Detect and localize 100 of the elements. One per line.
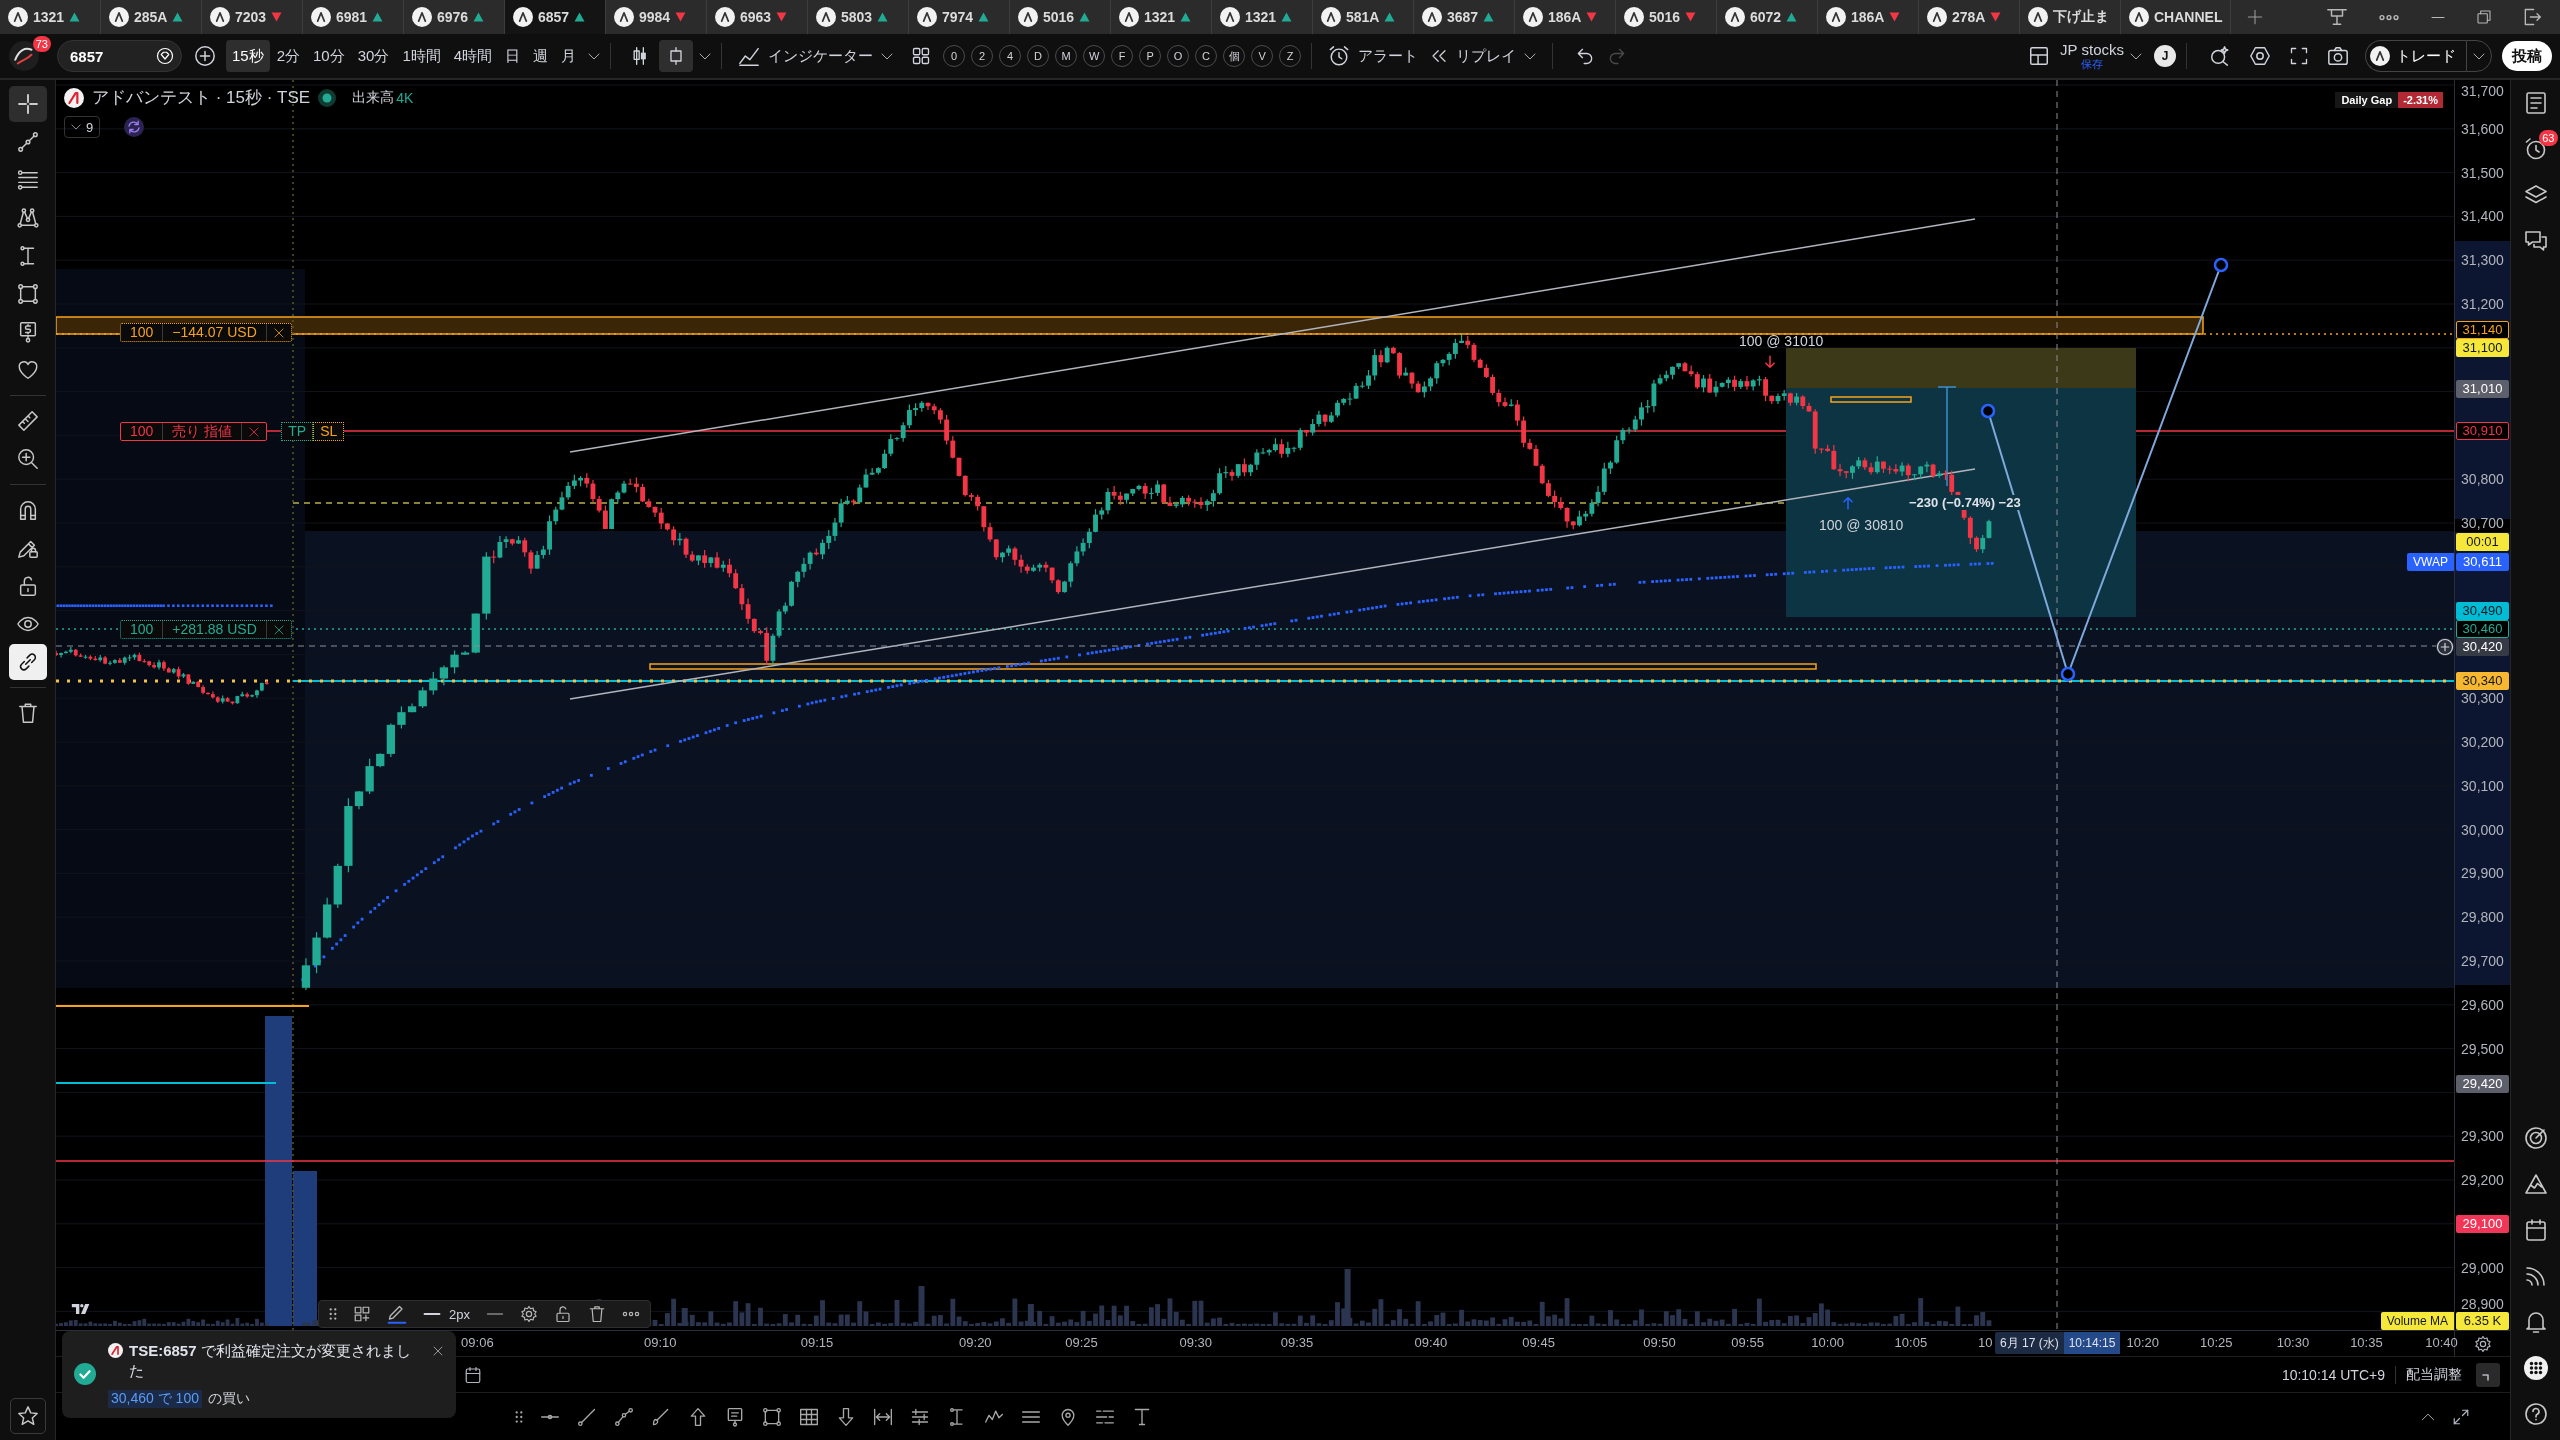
logo-icon: [1422, 7, 1442, 27]
resize-icon[interactable]: [2476, 1362, 2500, 1387]
interval-button[interactable]: 30分: [351, 40, 396, 72]
symbol-search-field[interactable]: 6857: [57, 40, 182, 72]
broadcast-icon[interactable]: [2523, 1264, 2548, 1288]
logo-icon: [1523, 7, 1543, 27]
interval-button[interactable]: 週: [527, 40, 555, 72]
interval-button[interactable]: 2分: [270, 40, 307, 72]
chevron-down-icon: [71, 124, 81, 130]
time-label: 09:20: [959, 1335, 992, 1350]
down-arrow-icon[interactable]: [836, 1406, 856, 1427]
chevron-down-icon[interactable]: [2130, 52, 2142, 60]
bell-icon[interactable]: [2523, 1310, 2548, 1334]
adjustment-button[interactable]: 配当調整: [2406, 1365, 2462, 1384]
rectangle-icon[interactable]: [762, 1406, 782, 1427]
drag-handle-icon[interactable]: [515, 1408, 523, 1425]
time-label: 09:06: [461, 1335, 494, 1350]
interval-button[interactable]: 1時間: [396, 40, 447, 72]
time-label: 10:00: [1811, 1335, 1844, 1350]
text-tool-icon[interactable]: [1132, 1406, 1152, 1427]
close-icon[interactable]: [272, 326, 285, 339]
help-icon[interactable]: [2523, 1402, 2548, 1426]
price-label: 29,000: [2460, 1259, 2505, 1276]
plus-icon[interactable]: [2247, 9, 2264, 25]
price-label: 28,900: [2460, 1296, 2505, 1312]
chat-icon[interactable]: [2523, 229, 2548, 253]
up-arrow-icon[interactable]: [688, 1406, 708, 1427]
link-icon[interactable]: [8, 644, 47, 680]
monitor-icon[interactable]: [2326, 6, 2348, 28]
measure-label: −230 (−0.74%) −23: [1907, 495, 2023, 510]
date-range-icon[interactable]: [873, 1406, 893, 1427]
close-icon[interactable]: [432, 1345, 444, 1357]
price-label: 30,100: [2460, 777, 2505, 794]
bracket-button[interactable]: TP: [281, 422, 314, 441]
symbol-tab[interactable]: 6857: [505, 0, 606, 34]
interval-button[interactable]: 10分: [307, 40, 351, 72]
price-note-icon[interactable]: [725, 1406, 745, 1427]
mountain-icon[interactable]: [2523, 1172, 2548, 1196]
trend-line-icon[interactable]: [16, 131, 39, 153]
zoom-in-icon[interactable]: [16, 448, 39, 470]
close-icon[interactable]: [272, 623, 285, 636]
alert-button[interactable]: アラート: [1322, 40, 1425, 72]
calendar-icon[interactable]: [464, 1365, 482, 1384]
ray-icon[interactable]: [577, 1406, 597, 1427]
order-text: −144.07 USD: [163, 324, 267, 341]
interval-button[interactable]: 15秒: [226, 40, 270, 72]
collapse-button[interactable]: 9: [64, 116, 101, 138]
order-label[interactable]: 100 売り 指値: [120, 422, 268, 441]
chevron-down-icon[interactable]: [588, 52, 601, 60]
bracket-button[interactable]: SL: [313, 422, 345, 441]
close-icon[interactable]: [248, 425, 261, 438]
crosshair-icon[interactable]: [8, 86, 47, 122]
search-icon[interactable]: [2209, 45, 2231, 67]
settings-icon[interactable]: [2249, 45, 2271, 67]
chevron-up-icon[interactable]: [2421, 1412, 2435, 1421]
brush-icon[interactable]: [651, 1406, 671, 1427]
table-icon[interactable]: [799, 1406, 819, 1427]
interval-button[interactable]: 月: [555, 40, 583, 72]
apps-grid-icon[interactable]: [2523, 1356, 2548, 1380]
heart-icon[interactable]: [16, 359, 39, 381]
interval-button[interactable]: 日: [499, 40, 527, 72]
layout-menu[interactable]: JP stocks 保存: [2060, 41, 2124, 71]
target-icon[interactable]: [2523, 1126, 2548, 1150]
sync-icon[interactable]: [124, 117, 145, 137]
chart-type-button[interactable]: [659, 40, 694, 72]
trash-icon[interactable]: [16, 702, 39, 724]
layout-icon[interactable]: [2028, 45, 2051, 67]
list-icon[interactable]: [2523, 91, 2548, 115]
expand-icon[interactable]: [2452, 1407, 2470, 1426]
bars-pattern-icon[interactable]: [910, 1406, 930, 1427]
replay-button[interactable]: リプレイ: [1424, 40, 1543, 72]
restore-icon[interactable]: [2476, 9, 2492, 25]
crosshair-date: 6月 17 (水): [1999, 1334, 2060, 1352]
more-icon[interactable]: [2378, 13, 2400, 21]
chevron-down-icon[interactable]: [699, 52, 712, 60]
interval-button[interactable]: 4時間: [447, 40, 499, 72]
order-link[interactable]: 30,460 で 100: [108, 1389, 202, 1408]
indicators-button[interactable]: インジケーター: [732, 40, 900, 72]
zigzag-pattern-icon[interactable]: [16, 207, 39, 229]
ruler-icon[interactable]: [16, 410, 39, 432]
time-label: 09:55: [1731, 1335, 1764, 1350]
time-label: 10:30: [2276, 1335, 2310, 1350]
camera-icon[interactable]: [2327, 45, 2349, 67]
polyline-icon[interactable]: [614, 1406, 634, 1427]
rectangle-icon[interactable]: [16, 283, 39, 305]
exit-icon[interactable]: [2522, 7, 2542, 27]
time-label: 09:45: [1522, 1335, 1555, 1350]
parallel-lines-icon[interactable]: [16, 169, 39, 191]
order-label[interactable]: 100 −144.07 USD: [120, 323, 292, 342]
grid-icon[interactable]: [911, 46, 932, 66]
user-avatar[interactable]: J: [2154, 45, 2176, 67]
order-label[interactable]: 100 +281.88 USD: [120, 620, 292, 639]
price-label: 29,600: [2460, 996, 2505, 1013]
calendar-icon[interactable]: [2523, 1218, 2548, 1242]
publish-button[interactable]: 投稿: [2502, 41, 2552, 71]
plus-circle-icon[interactable]: [194, 45, 216, 67]
fullscreen-icon[interactable]: [2289, 46, 2309, 66]
minimize-icon[interactable]: [2430, 15, 2446, 19]
settings-icon[interactable]: [2473, 1334, 2492, 1353]
line-icon[interactable]: [540, 1413, 560, 1420]
